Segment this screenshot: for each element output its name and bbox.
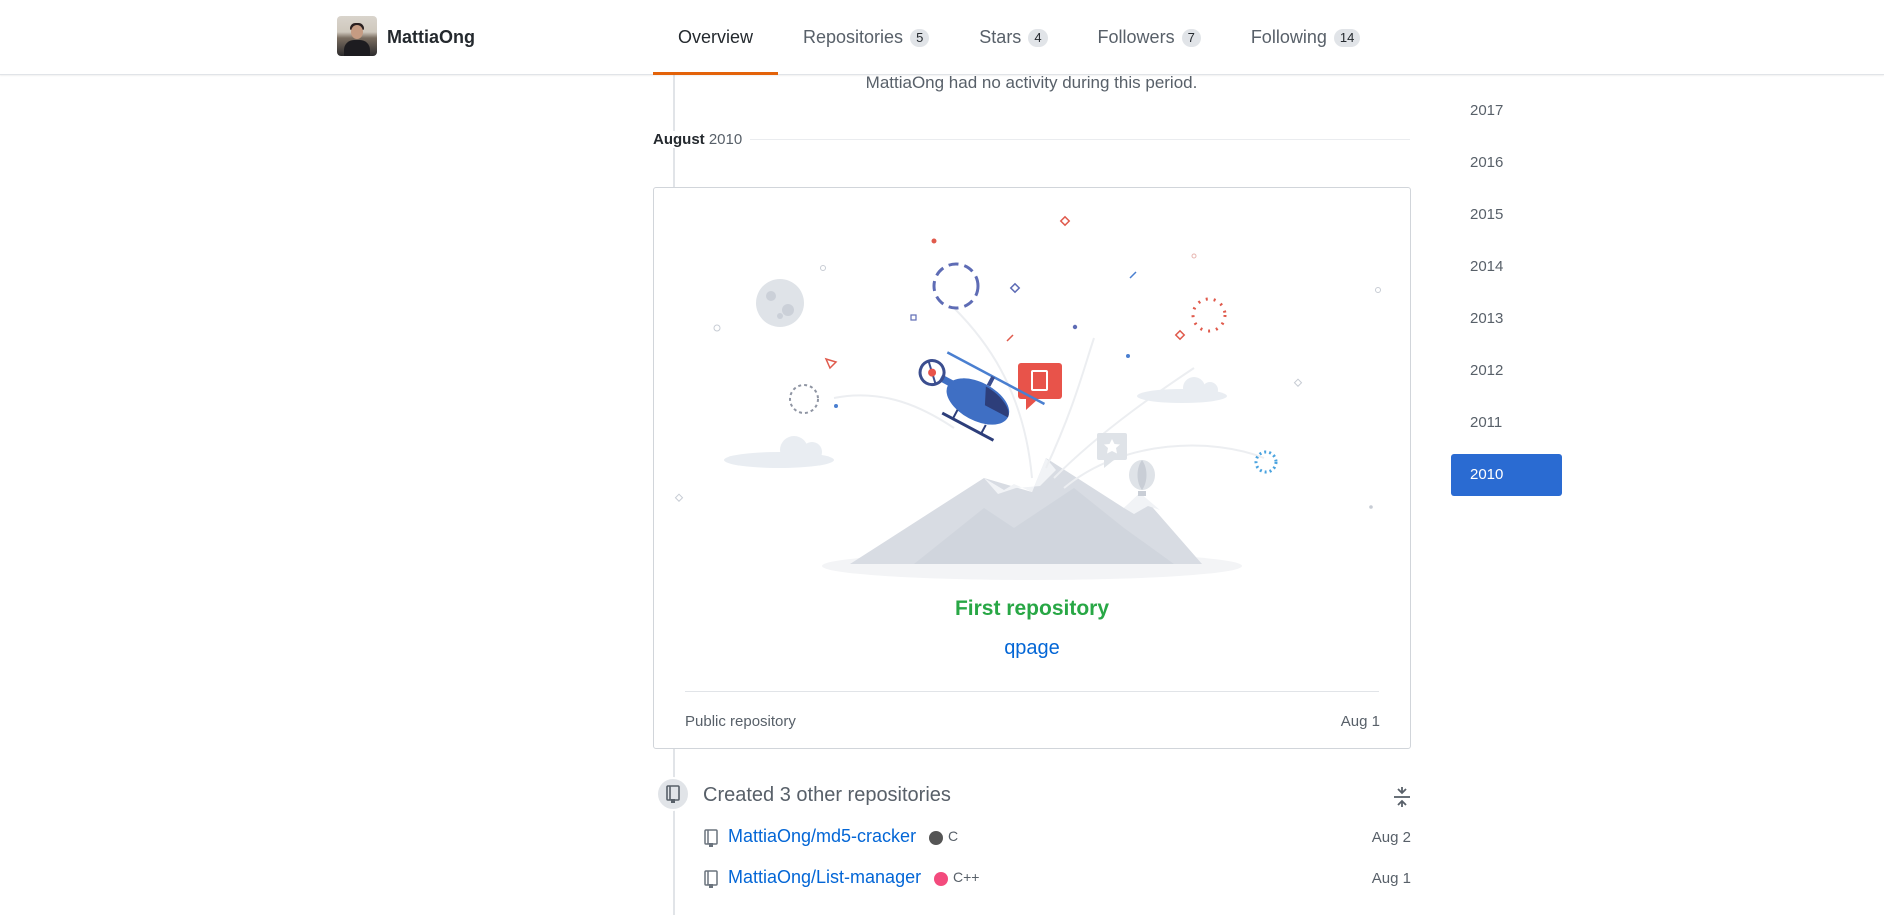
profile-page: MattiaOng had no activity during this pe… bbox=[0, 0, 1884, 915]
repo-icon bbox=[704, 870, 718, 888]
list-item: MattiaOng/List-manager C++ Aug 1 bbox=[703, 867, 1411, 891]
created-repositories-heading: Created 3 other repositories bbox=[703, 784, 951, 806]
tab-counter: 4 bbox=[1028, 28, 1048, 47]
year-link-2015[interactable]: 2015 bbox=[1451, 194, 1562, 236]
language-color-dot bbox=[934, 872, 948, 886]
tab-counter: 14 bbox=[1333, 28, 1361, 47]
year-link-2016[interactable]: 2016 bbox=[1451, 142, 1562, 184]
repository-link[interactable]: MattiaOng/md5-cracker bbox=[728, 826, 916, 847]
card-divider bbox=[685, 691, 1379, 692]
first-repository-link[interactable]: qpage bbox=[654, 637, 1410, 660]
tab-counter: 7 bbox=[1181, 28, 1201, 47]
year-list: 2017 2016 2015 2014 2013 2012 2011 2010 bbox=[1451, 90, 1562, 506]
first-repository-illustration bbox=[674, 215, 1381, 580]
tab-followers[interactable]: Followers 7 bbox=[1073, 0, 1226, 75]
month-name: August bbox=[653, 131, 705, 148]
repository-language: C++ bbox=[953, 869, 980, 885]
tab-following[interactable]: Following 14 bbox=[1226, 0, 1386, 75]
year-link-2010[interactable]: 2010 bbox=[1451, 454, 1562, 496]
repository-created-date: Aug 1 bbox=[1340, 713, 1380, 730]
repo-icon bbox=[656, 777, 690, 811]
profile-tabs: Overview Repositories 5 Stars 4 Followers 7 Fol… bbox=[653, 0, 1385, 75]
tab-label: Followers bbox=[1097, 27, 1175, 47]
avatar[interactable] bbox=[337, 16, 377, 56]
year-link-2011[interactable]: 2011 bbox=[1451, 402, 1562, 444]
tab-overview[interactable]: Overview bbox=[653, 0, 779, 75]
list-item: MattiaOng/md5-cracker C Aug 2 bbox=[703, 826, 1411, 850]
month-heading: August 2010 bbox=[653, 131, 751, 148]
no-activity-message: MattiaOng had no activity during this pe… bbox=[865, 73, 1198, 92]
year-link-2017[interactable]: 2017 bbox=[1451, 90, 1562, 132]
tab-stars[interactable]: Stars 4 bbox=[954, 0, 1072, 75]
repository-date: Aug 1 bbox=[1371, 870, 1411, 887]
repository-visibility: Public repository bbox=[685, 713, 796, 730]
language-color-dot bbox=[929, 831, 943, 845]
first-repository-heading: First repository bbox=[954, 597, 1110, 620]
repository-date: Aug 2 bbox=[1371, 829, 1411, 846]
repository-language: C bbox=[948, 828, 959, 844]
profile-header: MattiaOng Overview Repositories 5 Stars 4 Fol… bbox=[0, 0, 1884, 75]
tab-label: Overview bbox=[678, 27, 754, 47]
tab-label: Stars bbox=[979, 27, 1022, 47]
year-link-2014[interactable]: 2014 bbox=[1451, 246, 1562, 288]
tab-label: Following bbox=[1250, 27, 1327, 47]
tab-label: Repositories bbox=[803, 27, 904, 47]
repository-link[interactable]: MattiaOng/List-manager bbox=[728, 867, 921, 888]
month-divider bbox=[745, 139, 1410, 140]
profile-username[interactable]: MattiaOng bbox=[387, 27, 475, 48]
month-year: 2010 bbox=[708, 131, 743, 148]
collapse-icon[interactable] bbox=[1391, 786, 1413, 808]
first-repository-card: First repository qpage Public repository… bbox=[653, 187, 1411, 749]
tab-counter: 5 bbox=[910, 28, 930, 47]
tab-repositories[interactable]: Repositories 5 bbox=[778, 0, 954, 75]
year-link-2012[interactable]: 2012 bbox=[1451, 350, 1562, 392]
repo-icon bbox=[704, 829, 718, 847]
year-link-2013[interactable]: 2013 bbox=[1451, 298, 1562, 340]
